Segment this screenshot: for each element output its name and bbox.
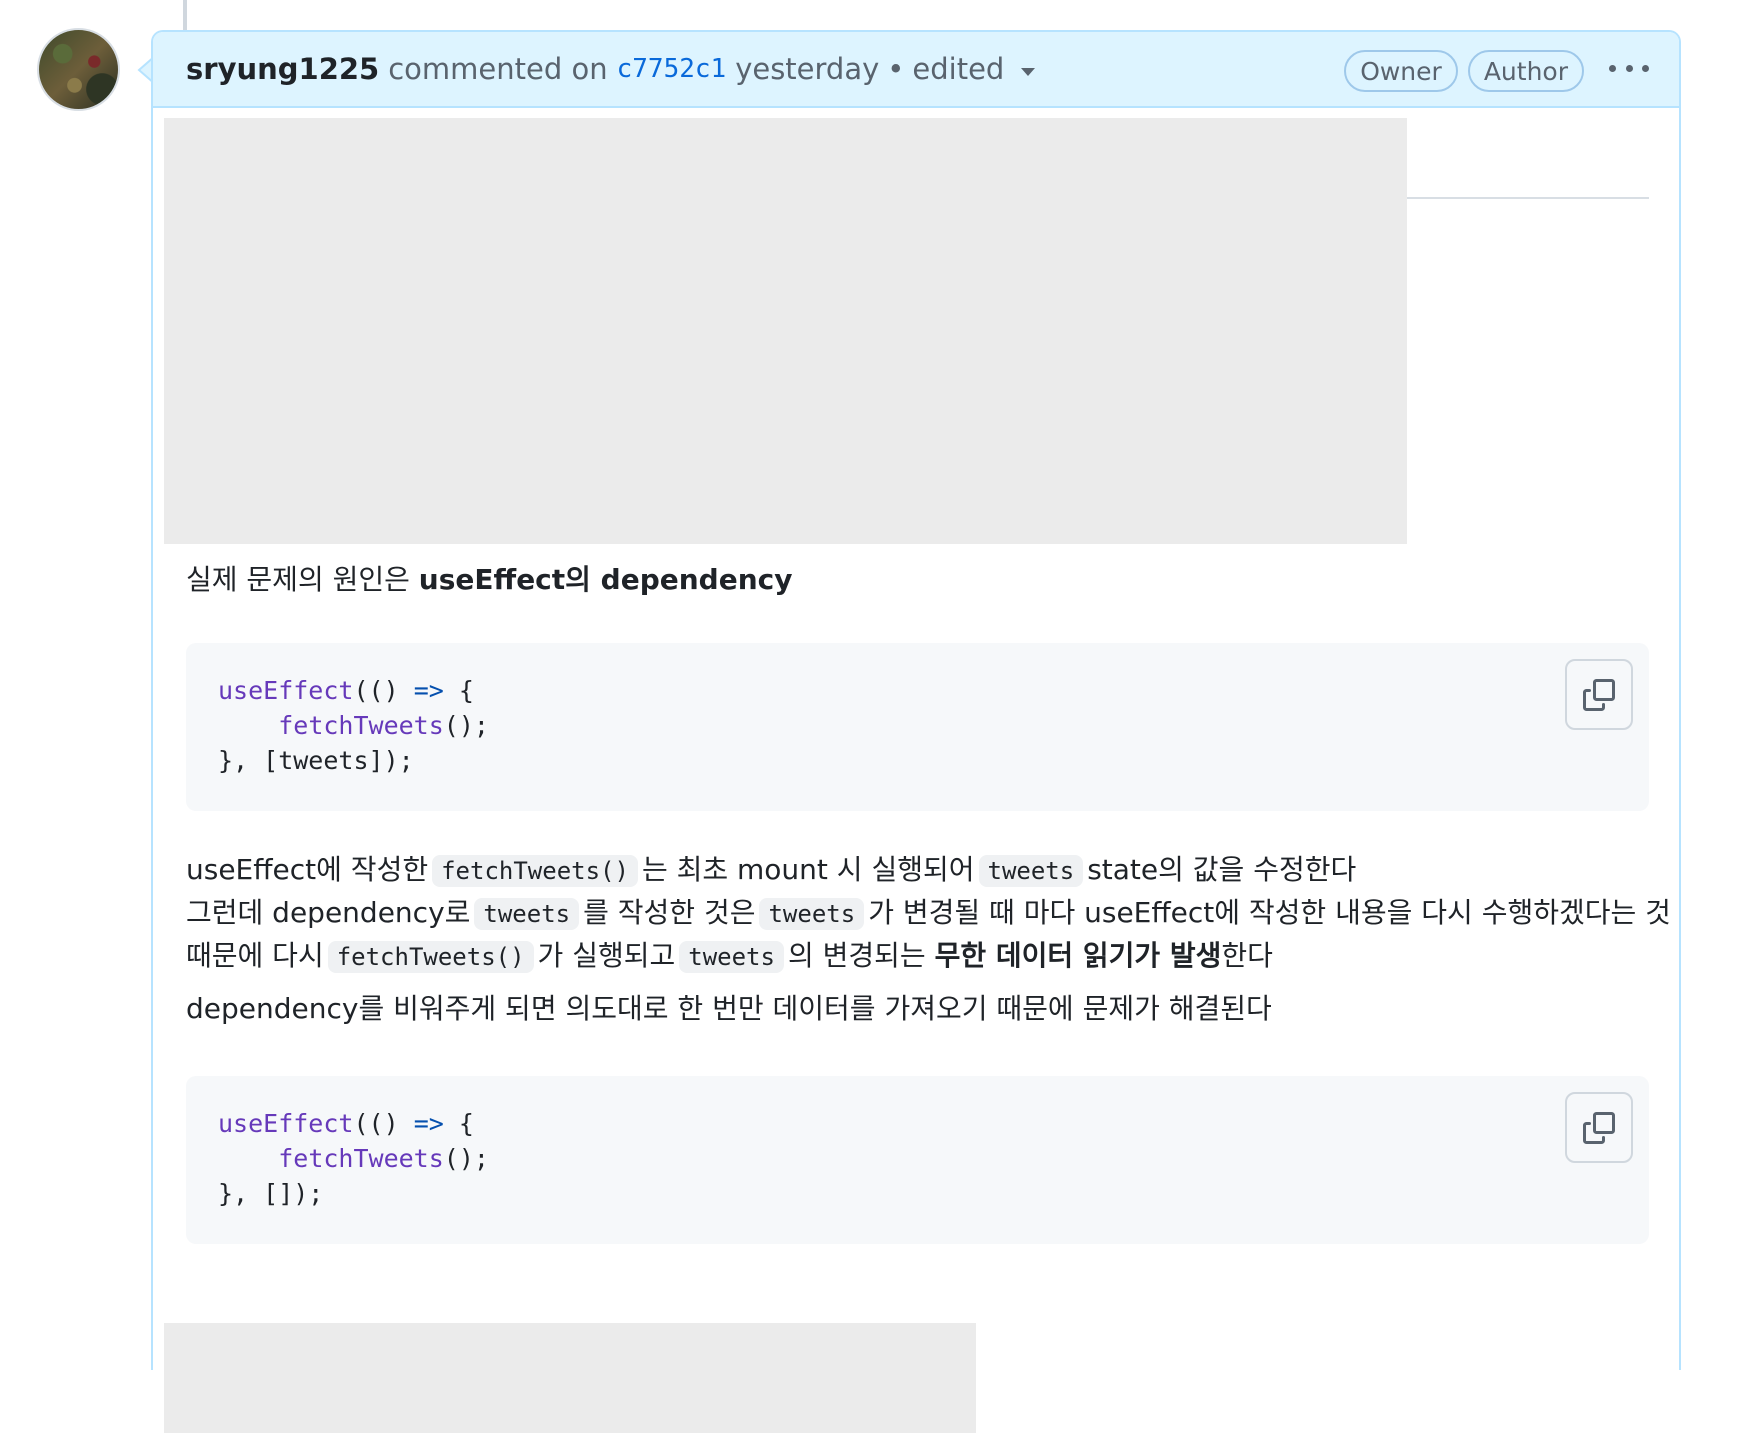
code-token: (); (443, 1144, 489, 1173)
paragraph-explanation: useEffect에 작성한 fetchTweets() 는 최초 mount 시 … (186, 849, 1671, 978)
code-token: => (413, 676, 444, 705)
code-token: useEffect (218, 676, 354, 705)
code-token: fetchTweets (278, 711, 444, 740)
text: useEffect에 작성한 (186, 853, 429, 886)
text: 를 작성한 것은 (583, 896, 756, 929)
code-token: }, [tweets]); (218, 746, 414, 775)
copy-icon (1583, 1111, 1615, 1144)
copy-icon (1583, 678, 1615, 711)
code-token: }, []); (218, 1179, 324, 1208)
inline-code: fetchTweets() (432, 855, 638, 887)
inline-code: tweets (474, 898, 580, 930)
inline-code: tweets (759, 898, 865, 930)
copy-button[interactable] (1565, 659, 1633, 730)
paragraph-bold: useEffect의 dependency (418, 563, 793, 596)
inline-code: tweets (978, 855, 1084, 887)
text: state의 값을 수정한다 (1087, 853, 1357, 886)
code-token: fetchTweets (278, 1144, 444, 1173)
author-link[interactable]: sryung1225 (186, 52, 379, 86)
text: 한다 (1221, 939, 1273, 972)
explanation-line-3: 때문에 다시 fetchTweets() 가 실행되고 tweets 의 변경되는 무한… (186, 935, 1671, 978)
text: 는 최초 mount 시 실행되어 (641, 853, 975, 886)
text: 가 실행되고 (537, 939, 676, 972)
code-token: useEffect (218, 1109, 354, 1138)
kebab-horizontal-icon[interactable] (1609, 56, 1649, 80)
code-token: { (443, 676, 474, 705)
comment: sryung1225 commented on c7752c1 yesterda… (151, 30, 1681, 1433)
code-token: (() (353, 676, 414, 705)
horizontal-rule (1407, 197, 1649, 199)
edited-label: edited (912, 52, 1005, 86)
commit-link[interactable]: c7752c1 (617, 54, 727, 84)
explanation-line-2: 그런데 dependency로 tweets 를 작성한 것은 tweets 가 변경될… (186, 892, 1671, 935)
embedded-image[interactable] (164, 1323, 976, 1433)
paragraph-cause: 실제 문제의 원인은 useEffect의 dependency (186, 559, 793, 601)
code-block-2: useEffect(() => { fetchTweets(); }, []); (186, 1076, 1649, 1244)
text-bold: 무한 데이터 읽기가 발생 (934, 939, 1222, 972)
owner-badge: Owner (1344, 50, 1458, 92)
timeline-line (183, 0, 187, 30)
badges: Owner Author (1344, 50, 1584, 92)
triangle-down-icon (1021, 68, 1036, 76)
embedded-image[interactable] (164, 118, 1407, 544)
code-token: { (443, 1109, 474, 1138)
edited-dropdown[interactable]: edited (912, 52, 1036, 86)
inline-code: fetchTweets() (327, 941, 534, 973)
inline-code: tweets (679, 941, 784, 973)
paragraph-solution: dependency를 비워주게 되면 의도대로 한 번만 데이터를 가져오기 … (186, 992, 1272, 1025)
avatar[interactable] (37, 28, 120, 111)
copy-button[interactable] (1565, 1092, 1633, 1163)
text: 의 변경되는 (787, 939, 935, 972)
comment-header: sryung1225 commented on c7752c1 yesterda… (153, 32, 1679, 108)
code-token: (() (353, 1109, 414, 1138)
paragraph-text: 실제 문제의 원인은 (186, 563, 419, 596)
text: 가 변경될 때 마다 useEffect에 작성한 내용을 다시 수행하겠다는 … (868, 896, 1671, 929)
code-token: (); (443, 711, 489, 740)
action-text: commented on (388, 52, 608, 86)
explanation-line-1: useEffect에 작성한 fetchTweets() 는 최초 mount 시 … (186, 849, 1671, 892)
code-block-1: useEffect(() => { fetchTweets(); }, [twe… (186, 643, 1649, 811)
separator: • (887, 52, 905, 86)
code-token: => (413, 1109, 444, 1138)
text: 때문에 다시 (186, 939, 324, 972)
timestamp[interactable]: yesterday (735, 52, 879, 86)
text: 그런데 dependency로 (186, 896, 471, 929)
author-badge: Author (1467, 50, 1584, 92)
